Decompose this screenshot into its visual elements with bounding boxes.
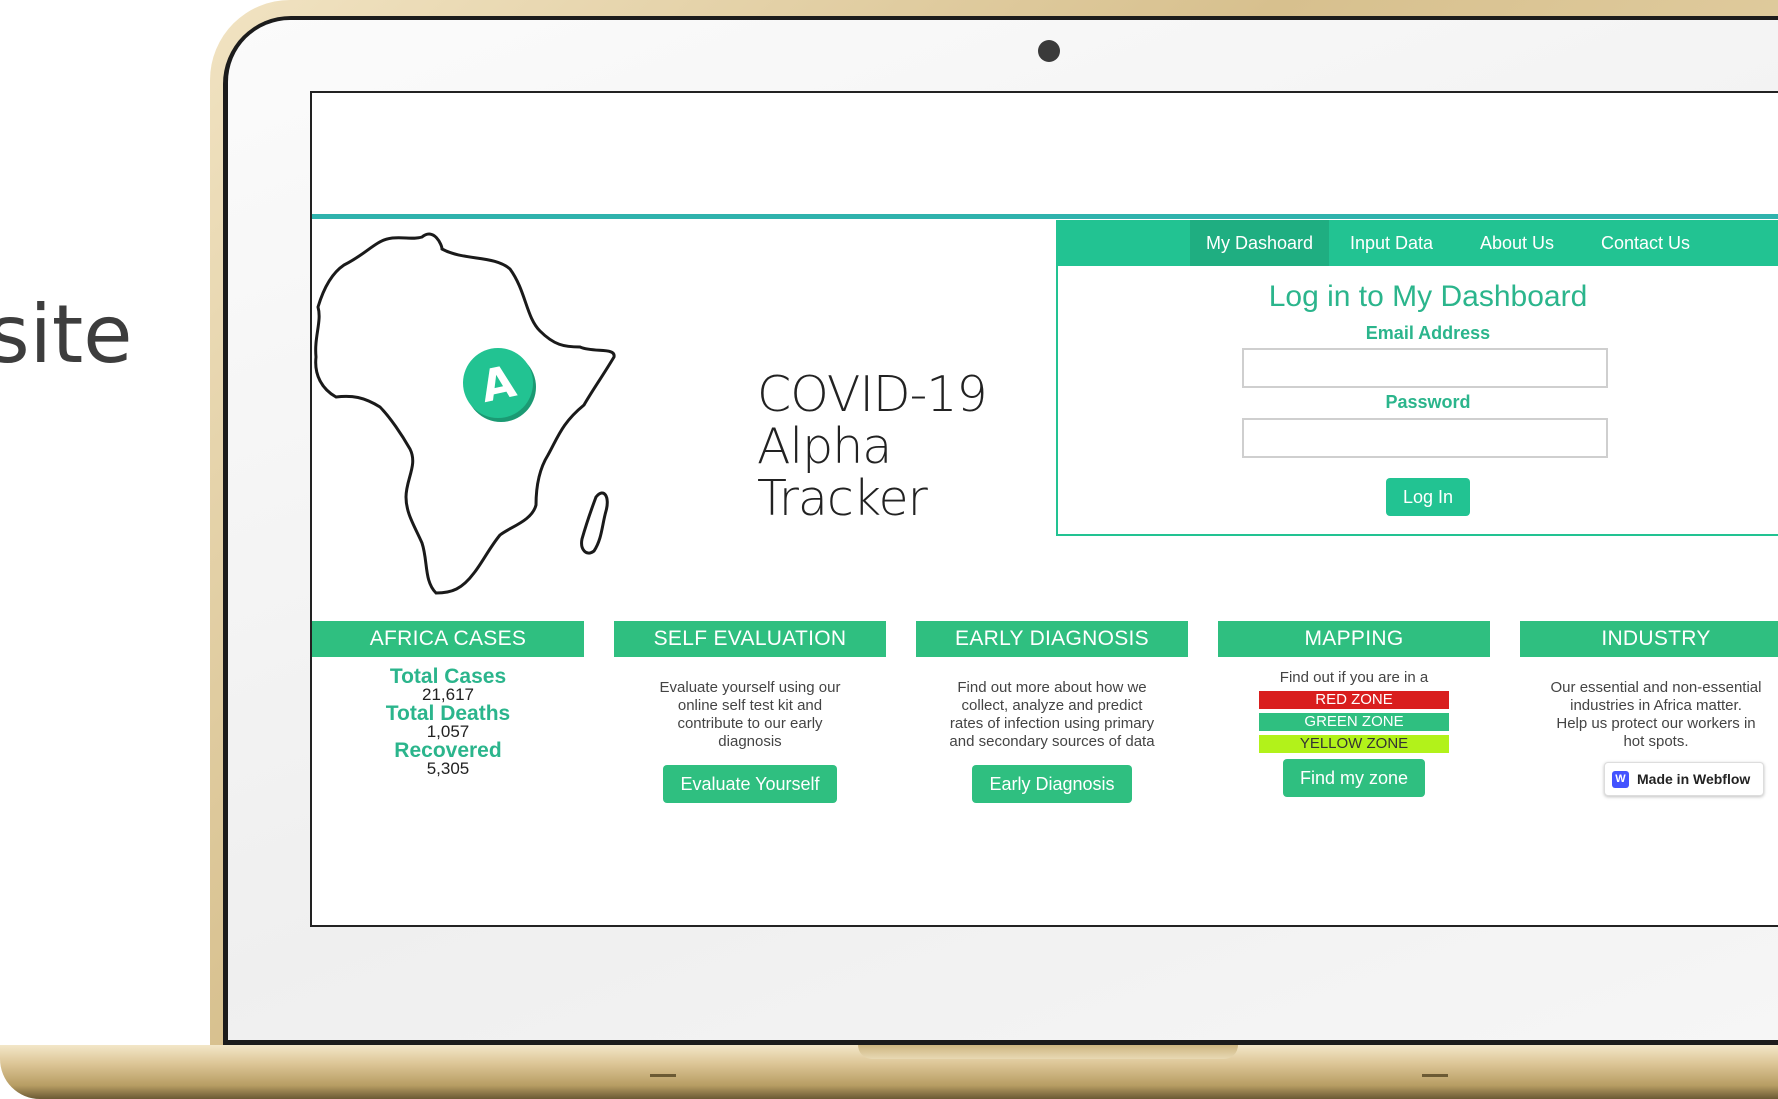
early-diagnosis-header: EARLY DIAGNOSIS (916, 621, 1188, 657)
password-label: Password (1385, 392, 1471, 412)
made-in-webflow-badge[interactable]: W Made in Webflow (1604, 762, 1764, 796)
nav-about-us[interactable]: About Us (1464, 220, 1570, 266)
mapping-header: MAPPING (1218, 621, 1490, 657)
recovered-value: 5,305 (426, 759, 470, 778)
login-button[interactable]: Log In (1386, 478, 1470, 516)
laptop-screen: A COVID-19 Alpha Tracker My Dashoard Inp… (310, 91, 1778, 927)
industry-text-line: industries in Africa matter. (1570, 697, 1742, 714)
mapping-intro-text: Find out if you are in a (1279, 669, 1429, 686)
nav-input-data[interactable]: Input Data (1334, 220, 1449, 266)
green-zone-badge: GREEN ZONE (1259, 713, 1449, 731)
main-nav: My Dashoard Input Data About Us Contact … (1056, 220, 1778, 266)
mapping-column: MAPPING Find out if you are in a RED ZON… (1218, 621, 1490, 797)
hero-title: COVID-19 Alpha Tracker (757, 369, 1057, 525)
hero-title-line2: Alpha Tracker (757, 418, 928, 527)
laptop-base-notch (858, 1045, 1238, 1059)
camera-icon (1038, 40, 1060, 62)
industry-text-line: Our essential and non-essential (1550, 679, 1762, 696)
webflow-logo-icon: W (1612, 771, 1629, 788)
self-evaluation-text-line: online self test kit and (677, 697, 823, 714)
africa-map-icon: A (314, 232, 616, 595)
email-field[interactable] (1242, 348, 1608, 388)
early-diagnosis-button[interactable]: Early Diagnosis (972, 765, 1132, 803)
self-evaluation-column: SELF EVALUATION Evaluate yourself using … (614, 621, 886, 803)
slide-text-fragment: site (0, 288, 133, 381)
self-evaluation-text-line: contribute to our early (677, 715, 823, 732)
early-diagnosis-column: EARLY DIAGNOSIS Find out more about how … (916, 621, 1188, 803)
total-deaths-label: Total Deaths (385, 702, 511, 725)
hero-title-line1: COVID-19 (757, 366, 988, 423)
early-diagnosis-text-line: and secondary sources of data (949, 733, 1155, 750)
login-title: Log in to My Dashboard (1268, 280, 1588, 313)
early-diagnosis-text-line: Find out more about how we (957, 679, 1147, 696)
industry-text-line: hot spots. (1623, 733, 1689, 750)
self-evaluation-text-line: diagnosis (718, 733, 782, 750)
laptop-foot (1422, 1074, 1448, 1077)
find-my-zone-button[interactable]: Find my zone (1282, 759, 1426, 797)
nav-my-dashboard[interactable]: My Dashoard (1190, 220, 1330, 266)
red-zone-badge: RED ZONE (1259, 691, 1449, 709)
email-label: Email Address (1365, 323, 1491, 343)
industry-header: INDUSTRY (1520, 621, 1778, 657)
early-diagnosis-text-line: rates of infection using primary (949, 715, 1155, 732)
login-panel: Log in to My Dashboard Email Address Pas… (1056, 266, 1778, 536)
nav-contact-us[interactable]: Contact Us (1585, 220, 1706, 266)
recovered-label: Recovered (394, 739, 502, 762)
industry-text-line: Help us protect our workers in (1556, 715, 1756, 732)
webflow-badge-label: Made in Webflow (1637, 771, 1751, 787)
africa-cases-column: AFRICA CASES Total Cases 21,617 Total De… (312, 621, 584, 778)
early-diagnosis-text-line: collect, analyze and predict (961, 697, 1143, 714)
self-evaluation-text-line: Evaluate yourself using our (659, 679, 841, 696)
africa-cases-header: AFRICA CASES (312, 621, 584, 657)
evaluate-yourself-button[interactable]: Evaluate Yourself (663, 765, 837, 803)
self-evaluation-header: SELF EVALUATION (614, 621, 886, 657)
header-divider (312, 214, 1778, 219)
laptop-foot (650, 1074, 676, 1077)
yellow-zone-badge: YELLOW ZONE (1259, 735, 1449, 753)
password-field[interactable] (1242, 418, 1608, 458)
total-cases-label: Total Cases (389, 665, 507, 688)
